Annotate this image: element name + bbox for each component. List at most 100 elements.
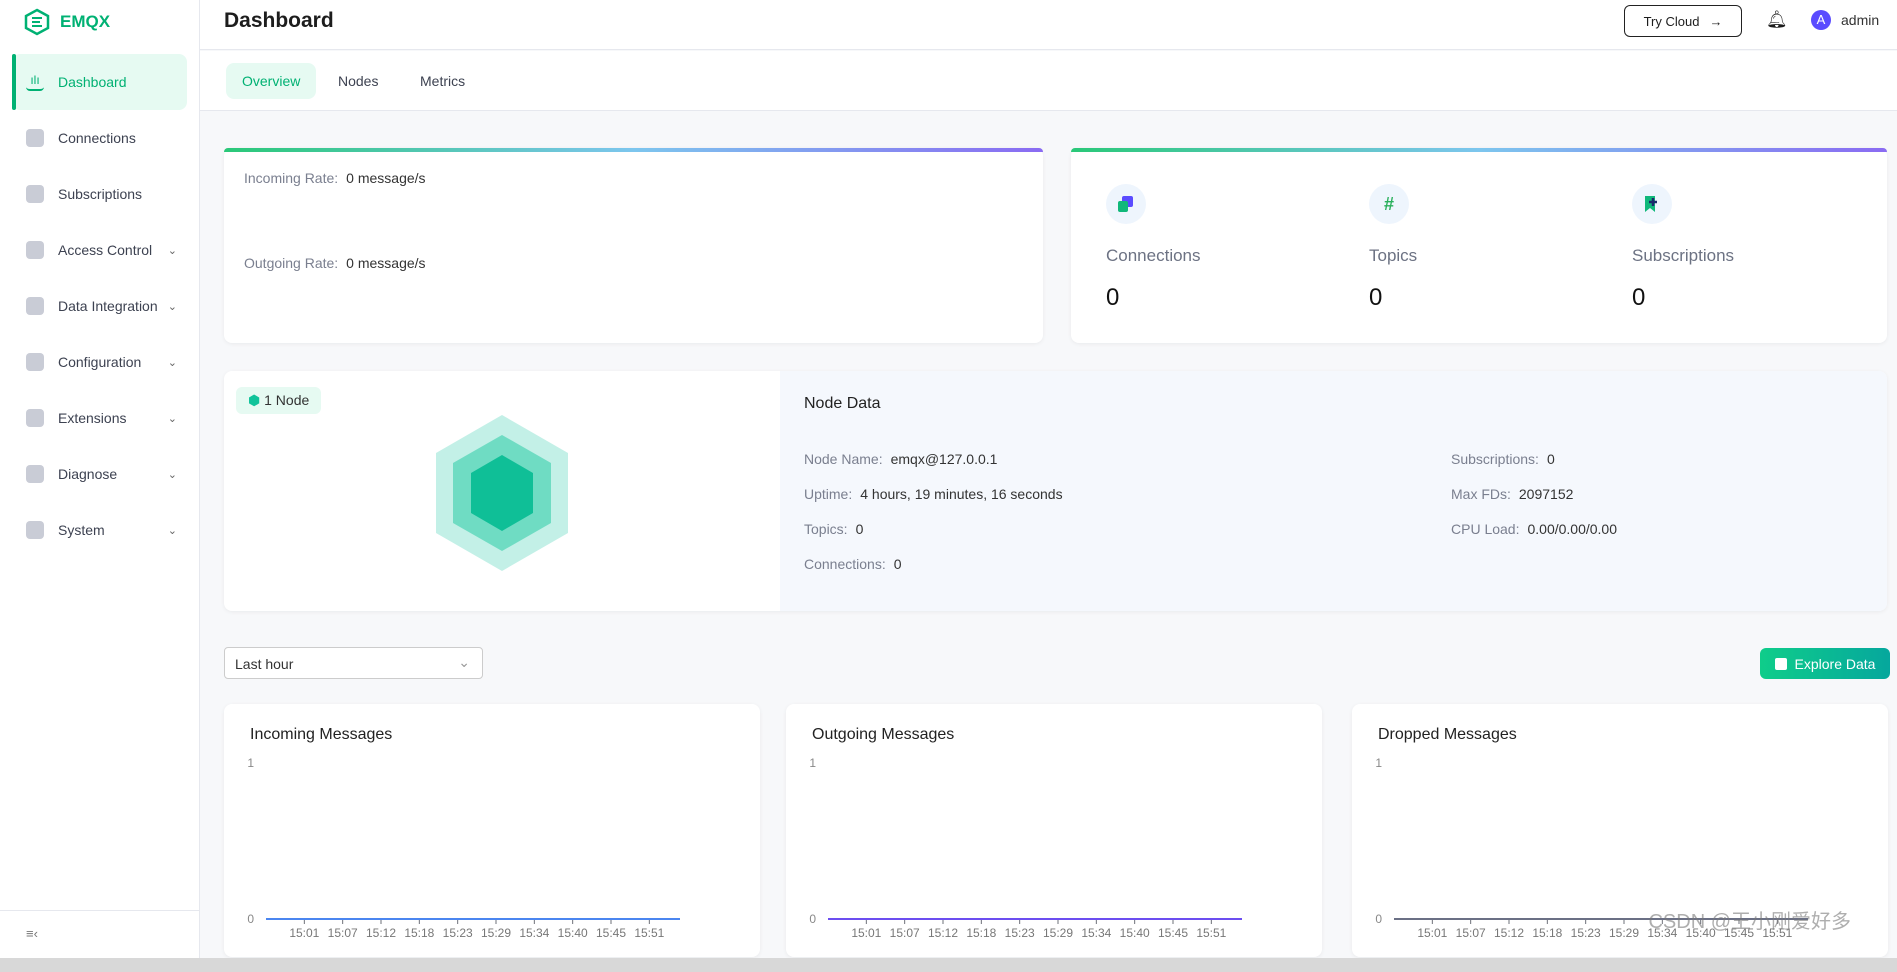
os-taskbar <box>0 958 1897 972</box>
x-tick-label: 15:23 <box>443 926 473 940</box>
tab-overview[interactable]: Overview <box>226 63 317 99</box>
y-tick-label: 1 <box>809 756 816 770</box>
x-tick-label: 15:18 <box>1532 926 1562 940</box>
node-hexagon-icon[interactable] <box>432 413 572 573</box>
username[interactable]: admin <box>1841 12 1879 28</box>
stack-icon <box>26 521 44 539</box>
chevron-down-icon: ⌄ <box>167 468 177 481</box>
collapse-sidebar-button[interactable]: ≡‹ <box>26 926 38 941</box>
try-cloud-label: Try Cloud <box>1643 13 1700 29</box>
x-tick-label: 15:01 <box>851 926 881 940</box>
x-tick-label: 15:29 <box>481 926 511 940</box>
sidebar-item-label: Subscriptions <box>58 186 143 202</box>
node-field: Topics: 0 <box>804 521 863 537</box>
stat-value: 0 <box>1106 284 1120 311</box>
chevron-down-icon: ⌄ <box>167 524 177 537</box>
sidebar-item-data-integration[interactable]: Data Integration ⌄ <box>12 278 187 334</box>
node-data-title: Node Data <box>804 395 881 412</box>
sidebar-item-label: Data Integration <box>58 298 158 314</box>
node-field-label: Node Name: <box>804 451 883 467</box>
node-field-value: 0 <box>1546 451 1555 467</box>
sidebar-item-extensions[interactable]: Extensions ⌄ <box>12 390 187 446</box>
sidebar-item-connections[interactable]: Connections <box>12 110 187 166</box>
shield-icon <box>26 241 44 259</box>
stat-subscriptions: Subscriptions 0 <box>1632 184 1734 312</box>
chart-icon <box>1774 657 1787 670</box>
stat-value: 0 <box>1369 284 1383 311</box>
x-tick-label: 15:34 <box>1081 926 1111 940</box>
sidebar-item-system[interactable]: System ⌄ <box>12 502 187 558</box>
bell-icon[interactable]: 🔔︎ <box>1766 10 1788 30</box>
gradient-bar <box>224 148 1043 152</box>
chevron-down-icon: ⌄ <box>167 300 177 313</box>
stats-card: Connections 0 # Topics 0 Subscriptions 0 <box>1071 148 1887 343</box>
gear-icon <box>26 353 44 371</box>
x-tick-label: 15:51 <box>1196 926 1226 940</box>
node-field-value: emqx@127.0.0.1 <box>890 451 998 467</box>
x-tick-label: 15:12 <box>366 926 396 940</box>
explore-data-label: Explore Data <box>1794 655 1876 672</box>
sidebar-item-configuration[interactable]: Configuration ⌄ <box>12 334 187 390</box>
node-field: CPU Load: 0.00/0.00/0.00 <box>1451 521 1617 537</box>
incoming-rate-label: Incoming Rate: <box>244 170 339 186</box>
y-tick-label: 0 <box>809 912 816 926</box>
connections-icon <box>1106 184 1146 224</box>
x-tick-label: 15:23 <box>1005 926 1035 940</box>
watermark: CSDN @王小刚爱好多 <box>1648 911 1851 933</box>
x-tick-label: 15:29 <box>1043 926 1073 940</box>
node-field-label: Subscriptions: <box>1451 451 1539 467</box>
node-field-value: 2097152 <box>1518 486 1574 502</box>
node-field-label: Connections: <box>804 556 886 572</box>
node-field-label: Topics: <box>804 521 848 537</box>
diagnose-icon <box>26 465 44 483</box>
x-tick-label: 15:01 <box>1417 926 1447 940</box>
explore-data-button[interactable]: Explore Data <box>1760 648 1890 679</box>
x-tick-label: 15:12 <box>1494 926 1524 940</box>
x-tick-label: 15:45 <box>596 926 626 940</box>
sidebar-item-label: Connections <box>58 130 136 146</box>
arrow-right-icon: → <box>1709 13 1723 29</box>
node-card: ⬢ 1 Node Node Data Node Name: emqx@127.0.… <box>224 371 1887 611</box>
chevron-down-icon: ⌄ <box>167 356 177 369</box>
logo[interactable]: EMQX <box>24 8 110 36</box>
outgoing-rate-label: Outgoing Rate: <box>244 255 339 271</box>
outgoing-rate-value: 0 message/s <box>346 255 426 271</box>
incoming-rate-value: 0 message/s <box>346 170 426 186</box>
sidebar-item-subscriptions[interactable]: Subscriptions <box>12 166 187 222</box>
stat-topics: # Topics 0 <box>1369 184 1417 312</box>
x-tick-label: 15:01 <box>289 926 319 940</box>
y-tick-label: 1 <box>247 756 254 770</box>
bookmark-plus-icon <box>26 185 44 203</box>
x-tick-label: 15:40 <box>1120 926 1150 940</box>
sidebar-item-label: Access Control <box>58 242 153 258</box>
x-tick-label: 15:45 <box>1158 926 1188 940</box>
gradient-bar <box>1071 148 1887 152</box>
x-tick-label: 15:34 <box>519 926 549 940</box>
sidebar-item-dashboard[interactable]: ılı Dashboard <box>12 54 187 110</box>
stat-connections: Connections 0 <box>1106 184 1201 312</box>
chart-card: Incoming Messages 0 1 15:01 15:07 15:12 15:18 1… <box>224 704 760 957</box>
database-icon <box>26 297 44 315</box>
avatar[interactable]: A <box>1811 10 1831 30</box>
sidebar-item-label: System <box>58 522 105 538</box>
tab-metrics[interactable]: Metrics <box>404 63 481 99</box>
node-field-label: CPU Load: <box>1451 521 1520 537</box>
sidebar-item-access-control[interactable]: Access Control ⌄ <box>12 222 187 278</box>
sidebar-item-diagnose[interactable]: Diagnose ⌄ <box>12 446 187 502</box>
x-tick-label: 15:07 <box>890 926 920 940</box>
try-cloud-button[interactable]: Try Cloud → <box>1624 5 1742 37</box>
puzzle-icon <box>26 409 44 427</box>
bar-chart-icon: ılı <box>26 73 44 91</box>
tab-nodes[interactable]: Nodes <box>322 63 394 99</box>
chart-card: Outgoing Messages 0 1 15:01 15:07 15:12 15:18 1… <box>786 704 1322 957</box>
time-range-select[interactable]: Last hour ⌄ <box>224 647 483 679</box>
x-tick-label: 15:18 <box>404 926 434 940</box>
y-tick-label: 0 <box>1375 912 1382 926</box>
x-tick-label: 15:23 <box>1571 926 1601 940</box>
connections-icon <box>26 129 44 147</box>
sidebar: EMQX ılı Dashboard Connections Subscription… <box>0 0 200 958</box>
sidebar-nav: ılı Dashboard Connections Subscriptions Acce… <box>12 54 187 558</box>
sidebar-item-label: Dashboard <box>58 74 127 90</box>
stat-value: 0 <box>1632 284 1646 311</box>
line-chart: 0 1 15:01 15:07 15:12 15:18 15:23 15:29 15:34 15:… <box>809 756 1242 940</box>
